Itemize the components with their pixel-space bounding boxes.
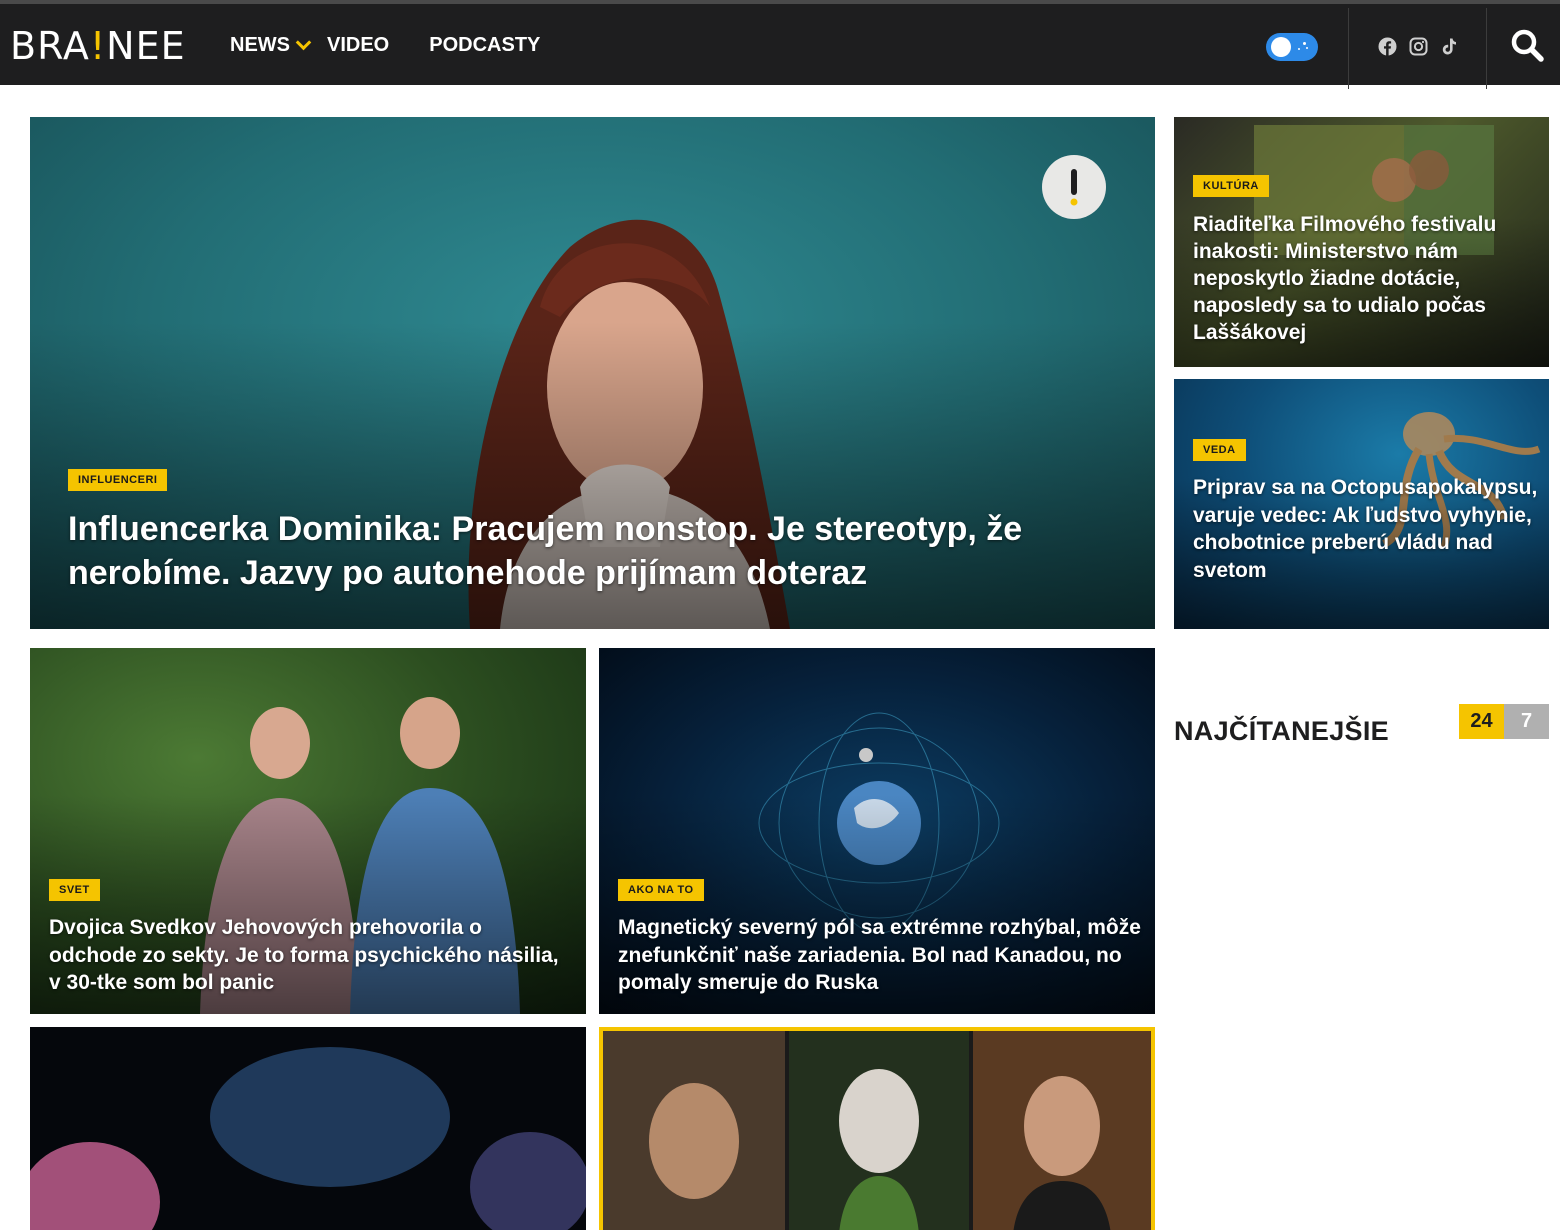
site-header: BRA!NEE NEWS VIDEO PODCASTY	[0, 0, 1560, 89]
article-headline[interactable]: Magnetický severný pól sa extrémne rozhý…	[618, 914, 1148, 997]
main-article-card[interactable]: INFLUENCERI Influencerka Dominika: Pracu…	[30, 117, 1155, 629]
chevron-down-icon	[295, 34, 312, 51]
social-links	[1378, 37, 1459, 56]
toggle-knob	[1271, 37, 1291, 57]
nav-news-label: NEWS	[230, 34, 290, 56]
category-tag[interactable]: SVET	[49, 879, 100, 901]
category-tag[interactable]: AKO NA TO	[618, 879, 704, 901]
nav-item-video[interactable]: VIDEO	[327, 34, 389, 57]
logo-bang: !	[89, 24, 107, 68]
most-read-heading: NAJČÍTANEJŠIE	[1174, 716, 1389, 746]
side-article-card[interactable]: KULTÚRA Riaditeľka Filmového festivalu i…	[1174, 117, 1549, 367]
article-headline[interactable]: Influencerka Dominika: Pracujem nonstop.…	[68, 507, 1128, 595]
article-headline[interactable]: Priprav sa na Octopusapokalypsu, varuje …	[1193, 474, 1538, 584]
tiktok-icon[interactable]	[1440, 37, 1459, 56]
theme-toggle[interactable]	[1266, 33, 1318, 61]
search-icon[interactable]	[1510, 28, 1546, 64]
site-logo[interactable]: BRA!NEE	[10, 26, 186, 66]
main-nav: NEWS VIDEO PODCASTY	[230, 34, 540, 57]
category-tag[interactable]: INFLUENCERI	[68, 469, 168, 491]
exclamation-icon	[1042, 155, 1106, 219]
grid-article-card[interactable]	[30, 1027, 586, 1230]
nav-item-podcasty[interactable]: PODCASTY	[429, 34, 540, 57]
nav-video-label: VIDEO	[327, 34, 390, 56]
article-image-jellyfish	[30, 1047, 586, 1230]
side-article-card[interactable]: VEDA Priprav sa na Octopusapokalypsu, va…	[1174, 379, 1549, 629]
nav-item-news[interactable]: NEWS	[230, 34, 312, 57]
article-image-actors	[603, 1031, 1151, 1230]
grid-article-card[interactable]: SVET Dvojica Svedkov Jehovových prehovor…	[30, 648, 586, 1014]
instagram-icon[interactable]	[1409, 37, 1428, 56]
header-divider	[1348, 8, 1349, 89]
category-tag[interactable]: KULTÚRA	[1193, 175, 1269, 197]
most-read-tab-24[interactable]: 24	[1459, 704, 1504, 739]
header-divider	[1486, 8, 1487, 89]
logo-prefix: BRA	[10, 24, 90, 68]
category-tag[interactable]: VEDA	[1193, 439, 1246, 461]
article-headline[interactable]: Riaditeľka Filmového festivalu inakosti:…	[1193, 211, 1538, 346]
facebook-icon[interactable]	[1378, 37, 1397, 56]
article-headline[interactable]: Dvojica Svedkov Jehovových prehovorila o…	[49, 914, 569, 997]
most-read-tab-7[interactable]: 7	[1504, 704, 1549, 739]
logo-suffix: NEE	[106, 24, 186, 68]
nav-podcasty-label: PODCASTY	[429, 34, 541, 56]
grid-article-card[interactable]	[599, 1027, 1155, 1230]
grid-article-card[interactable]: AKO NA TO Magnetický severný pól sa extr…	[599, 648, 1155, 1014]
toggle-stars-icon	[1298, 42, 1308, 52]
